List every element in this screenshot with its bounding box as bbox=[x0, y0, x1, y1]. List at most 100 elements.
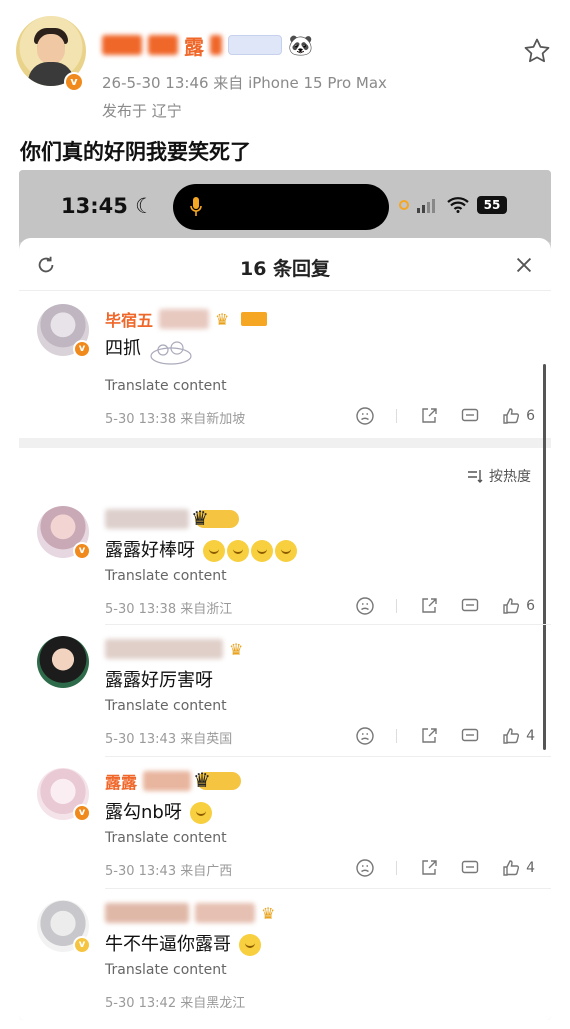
like-count: 6 bbox=[526, 598, 535, 614]
share-icon[interactable] bbox=[419, 726, 439, 746]
comment-icon[interactable] bbox=[460, 726, 480, 746]
commenter-name[interactable]: ♛ bbox=[105, 638, 249, 660]
comment-meta: 5-30 13:38 来自浙江 bbox=[105, 602, 233, 617]
blurred-name-part bbox=[105, 639, 223, 659]
comment-text: 露露好棒呀 bbox=[105, 536, 297, 562]
comment-icon[interactable] bbox=[460, 406, 480, 426]
commenter-name-text: 毕宿五 bbox=[105, 311, 154, 330]
heart-eyes-emoji-icon bbox=[189, 802, 212, 824]
translate-link[interactable]: Translate content bbox=[105, 378, 227, 394]
close-icon[interactable] bbox=[513, 254, 535, 276]
comment-icon[interactable] bbox=[460, 596, 480, 616]
dynamic-island bbox=[173, 184, 389, 230]
comment-icon[interactable] bbox=[460, 858, 480, 878]
blurred-name-part bbox=[148, 35, 178, 55]
crown-icon: ♛ bbox=[261, 904, 276, 923]
translate-link[interactable]: Translate content bbox=[105, 568, 227, 584]
author-name-text: 露 bbox=[184, 34, 204, 59]
comment-meta: 5-30 13:38 来自新加坡 bbox=[105, 412, 246, 427]
status-icons: 55 bbox=[399, 196, 507, 214]
comment-text: 露勾nb呀 bbox=[105, 798, 212, 824]
share-icon[interactable] bbox=[419, 596, 439, 616]
dislike-face-icon[interactable] bbox=[355, 596, 375, 616]
like-button[interactable]: 4 bbox=[501, 726, 535, 746]
crown-icon: ♛ bbox=[215, 310, 230, 329]
thumbs-up-icon bbox=[503, 598, 520, 614]
shocked-emoji-icon bbox=[238, 934, 261, 956]
crown-badge-icon bbox=[191, 506, 239, 530]
dislike-face-icon[interactable] bbox=[355, 858, 375, 878]
moon-icon: ☾ bbox=[135, 194, 154, 218]
author-name[interactable]: 露 🐼 bbox=[102, 32, 313, 59]
sticker-image bbox=[150, 341, 192, 365]
clap-emoji-icon bbox=[250, 540, 273, 562]
like-count: 4 bbox=[526, 728, 535, 744]
blurred-name-part bbox=[143, 771, 192, 791]
clap-emoji-icon bbox=[202, 540, 225, 562]
section-divider bbox=[19, 438, 551, 448]
dislike-face-icon[interactable] bbox=[355, 406, 375, 426]
commenter-name[interactable]: 露露 bbox=[105, 768, 242, 792]
like-button[interactable]: 6 bbox=[501, 596, 535, 616]
blurred-name-part bbox=[210, 35, 222, 55]
comment-text: 四抓 bbox=[105, 338, 141, 359]
comment-actions: 4 bbox=[355, 858, 535, 878]
like-count: 6 bbox=[526, 408, 535, 424]
member-badge bbox=[228, 35, 282, 55]
commenter-name[interactable]: ♛ bbox=[105, 902, 281, 924]
status-time: 13:45 ☾ bbox=[61, 194, 154, 218]
comment-text: 牛不牛逼你露哥 bbox=[105, 930, 261, 956]
scrollbar[interactable] bbox=[543, 364, 546, 750]
sort-icon bbox=[468, 470, 483, 483]
divider bbox=[105, 756, 551, 757]
status-bar: 13:45 ☾ 55 bbox=[19, 170, 551, 242]
blurred-name-part bbox=[105, 509, 189, 529]
like-button[interactable]: 4 bbox=[501, 858, 535, 878]
comment-actions: 4 bbox=[355, 726, 535, 746]
signal-icon bbox=[417, 199, 435, 213]
sort-label: 按热度 bbox=[489, 469, 531, 485]
thumbs-up-icon bbox=[503, 408, 520, 424]
microphone-icon bbox=[190, 197, 202, 216]
wifi-icon bbox=[447, 197, 469, 213]
blurred-name-part bbox=[195, 903, 255, 923]
post-text: 你们真的好阴我要笑死了 bbox=[20, 140, 251, 164]
clap-emoji-icon bbox=[226, 540, 249, 562]
sort-control[interactable]: 按热度 bbox=[467, 466, 531, 486]
fan-badge bbox=[241, 312, 268, 326]
translate-link[interactable]: Translate content bbox=[105, 830, 227, 846]
battery-icon: 55 bbox=[477, 196, 507, 214]
sheet-title: 16 条回复 bbox=[239, 258, 331, 280]
comment-meta: 5-30 13:43 来自英国 bbox=[105, 732, 233, 747]
panda-badge-icon: 🐼 bbox=[288, 33, 313, 57]
share-icon[interactable] bbox=[419, 858, 439, 878]
verified-badge-icon: v bbox=[73, 542, 91, 560]
comment-text: 露露好厉害呀 bbox=[105, 670, 213, 691]
translate-link[interactable]: Translate content bbox=[105, 962, 227, 978]
replies-sheet: 16 条回复 v 毕宿五 ♛ 四抓 Translate content 5-30… bbox=[19, 238, 551, 1020]
verified-badge-icon: v bbox=[73, 340, 91, 358]
star-icon[interactable] bbox=[522, 36, 552, 66]
clap-emoji-icon bbox=[274, 540, 297, 562]
post-meta: 26-5-30 13:46 来自 iPhone 15 Pro Max bbox=[102, 74, 387, 92]
share-icon[interactable] bbox=[419, 406, 439, 426]
crown-badge-icon bbox=[193, 768, 242, 792]
blurred-name-part bbox=[102, 35, 142, 55]
avatar[interactable] bbox=[37, 636, 89, 688]
translate-link[interactable]: Translate content bbox=[105, 698, 227, 714]
embedded-screenshot[interactable]: 13:45 ☾ 55 16 条回复 v 毕宿五 ♛ 四抓 Translate c… bbox=[19, 170, 551, 1020]
like-button[interactable]: 6 bbox=[501, 406, 535, 426]
like-count: 4 bbox=[526, 860, 535, 876]
post-header: v 露 🐼 26-5-30 13:46 来自 iPhone 15 Pro Max… bbox=[0, 0, 570, 130]
comment-actions: 6 bbox=[355, 596, 535, 616]
thumbs-up-icon bbox=[503, 728, 520, 744]
blurred-name-part bbox=[105, 903, 189, 923]
verified-badge-icon: v bbox=[73, 936, 91, 954]
recording-dot-icon bbox=[399, 200, 409, 210]
commenter-name[interactable] bbox=[105, 506, 239, 530]
dislike-face-icon[interactable] bbox=[355, 726, 375, 746]
verified-badge-icon: v bbox=[64, 72, 84, 92]
commenter-name[interactable]: 毕宿五 ♛ bbox=[105, 308, 268, 330]
verified-badge-icon: v bbox=[73, 804, 91, 822]
divider bbox=[105, 888, 551, 889]
